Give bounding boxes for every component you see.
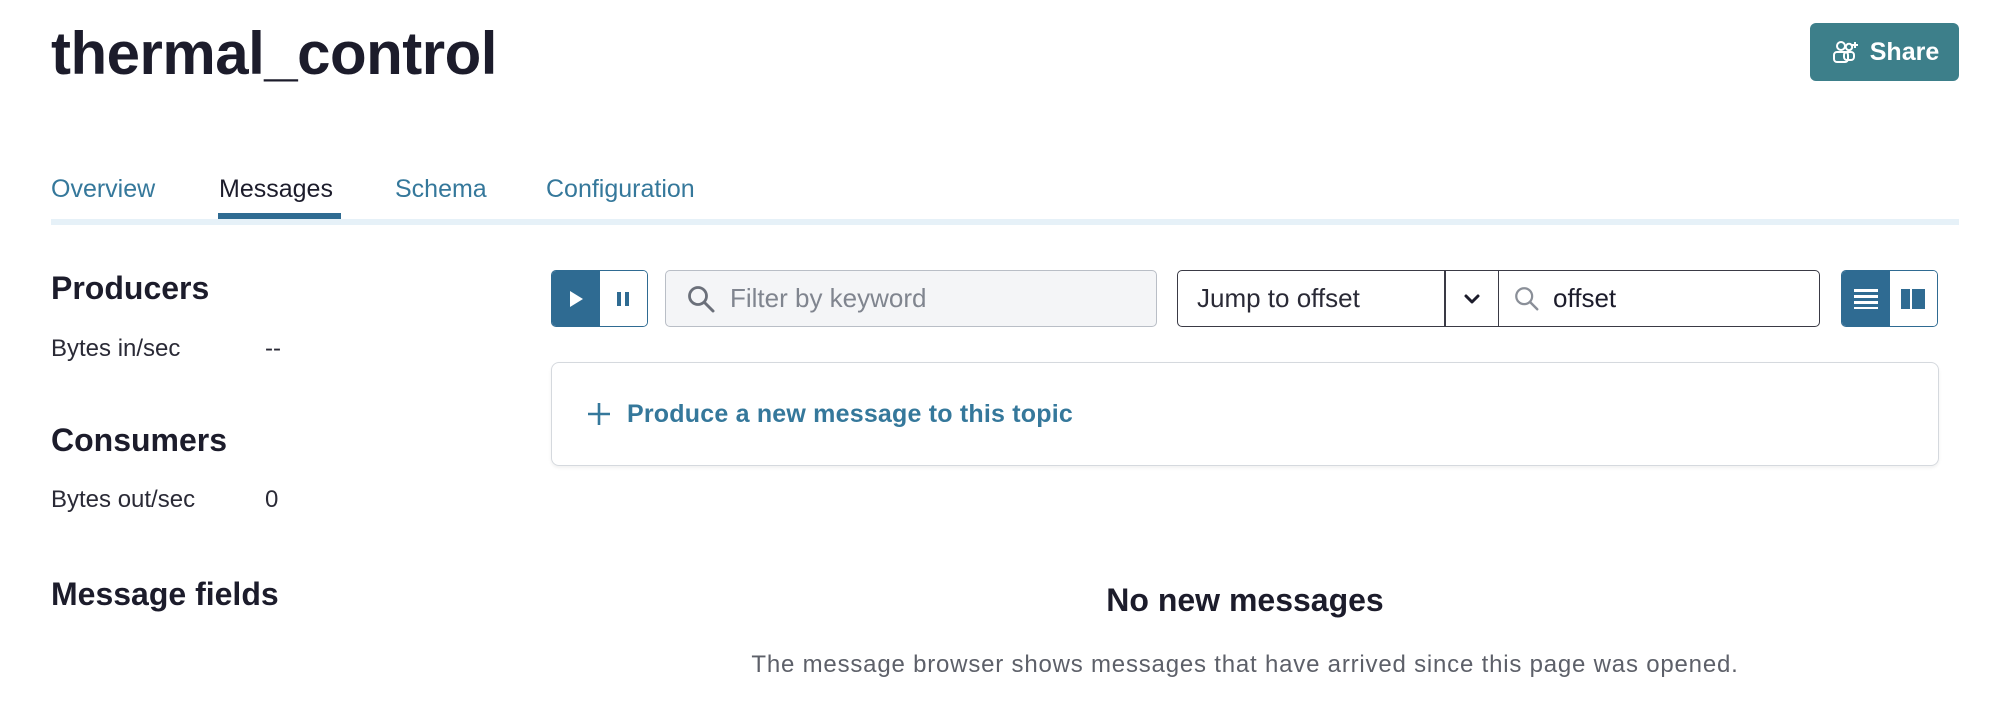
bytes-in-label: Bytes in/sec	[51, 335, 181, 362]
jump-to-offset-label: Jump to offset	[1197, 283, 1360, 313]
empty-state-title: No new messages	[1106, 582, 1384, 618]
active-tab-indicator	[218, 213, 341, 219]
produce-message-card[interactable]: Produce a new message to this topic	[551, 362, 1939, 466]
stream-toggle	[551, 270, 648, 327]
list-view-icon	[1853, 288, 1878, 309]
bytes-out-label: Bytes out/sec	[51, 486, 196, 513]
share-button[interactable]: Share	[1810, 23, 1959, 81]
tab-bar: Overview Messages Schema Configuration	[51, 165, 1959, 225]
producers-heading: Producers	[51, 270, 210, 306]
produce-message-label: Produce a new message to this topic	[627, 399, 1074, 428]
bytes-in-value: --	[265, 335, 281, 362]
tab-configuration[interactable]: Configuration	[546, 171, 695, 217]
filter-keyword-input[interactable]	[730, 283, 1156, 314]
pause-icon	[617, 291, 630, 306]
plus-icon	[588, 403, 610, 425]
select-divider	[1444, 271, 1446, 326]
pause-button[interactable]	[599, 271, 647, 326]
split-view-button[interactable]	[1889, 271, 1937, 326]
share-users-icon	[1832, 41, 1858, 63]
bytes-out-value: 0	[265, 486, 279, 513]
page: thermal_control Share Overview Messages …	[0, 0, 1999, 726]
page-title: thermal_control	[51, 20, 497, 87]
search-icon	[688, 285, 715, 312]
list-view-button[interactable]	[1842, 271, 1890, 326]
view-toggle	[1841, 270, 1938, 327]
tab-schema[interactable]: Schema	[395, 171, 487, 217]
play-icon	[569, 290, 583, 307]
split-view-icon	[1901, 288, 1926, 309]
consumers-heading: Consumers	[51, 422, 228, 458]
offset-search	[1498, 270, 1820, 327]
search-icon	[1515, 286, 1539, 310]
filter-search	[665, 270, 1157, 327]
offset-input[interactable]	[1553, 283, 1819, 314]
chevron-down-icon[interactable]	[1458, 285, 1486, 313]
empty-state-description: The message browser shows messages that …	[751, 651, 1739, 678]
message-fields-heading: Message fields	[51, 576, 279, 612]
tab-overview[interactable]: Overview	[51, 171, 155, 217]
tab-messages[interactable]: Messages	[219, 171, 333, 217]
play-button[interactable]	[552, 271, 600, 326]
jump-to-offset-select[interactable]: Jump to offset	[1177, 270, 1499, 327]
share-button-label: Share	[1869, 37, 1940, 66]
